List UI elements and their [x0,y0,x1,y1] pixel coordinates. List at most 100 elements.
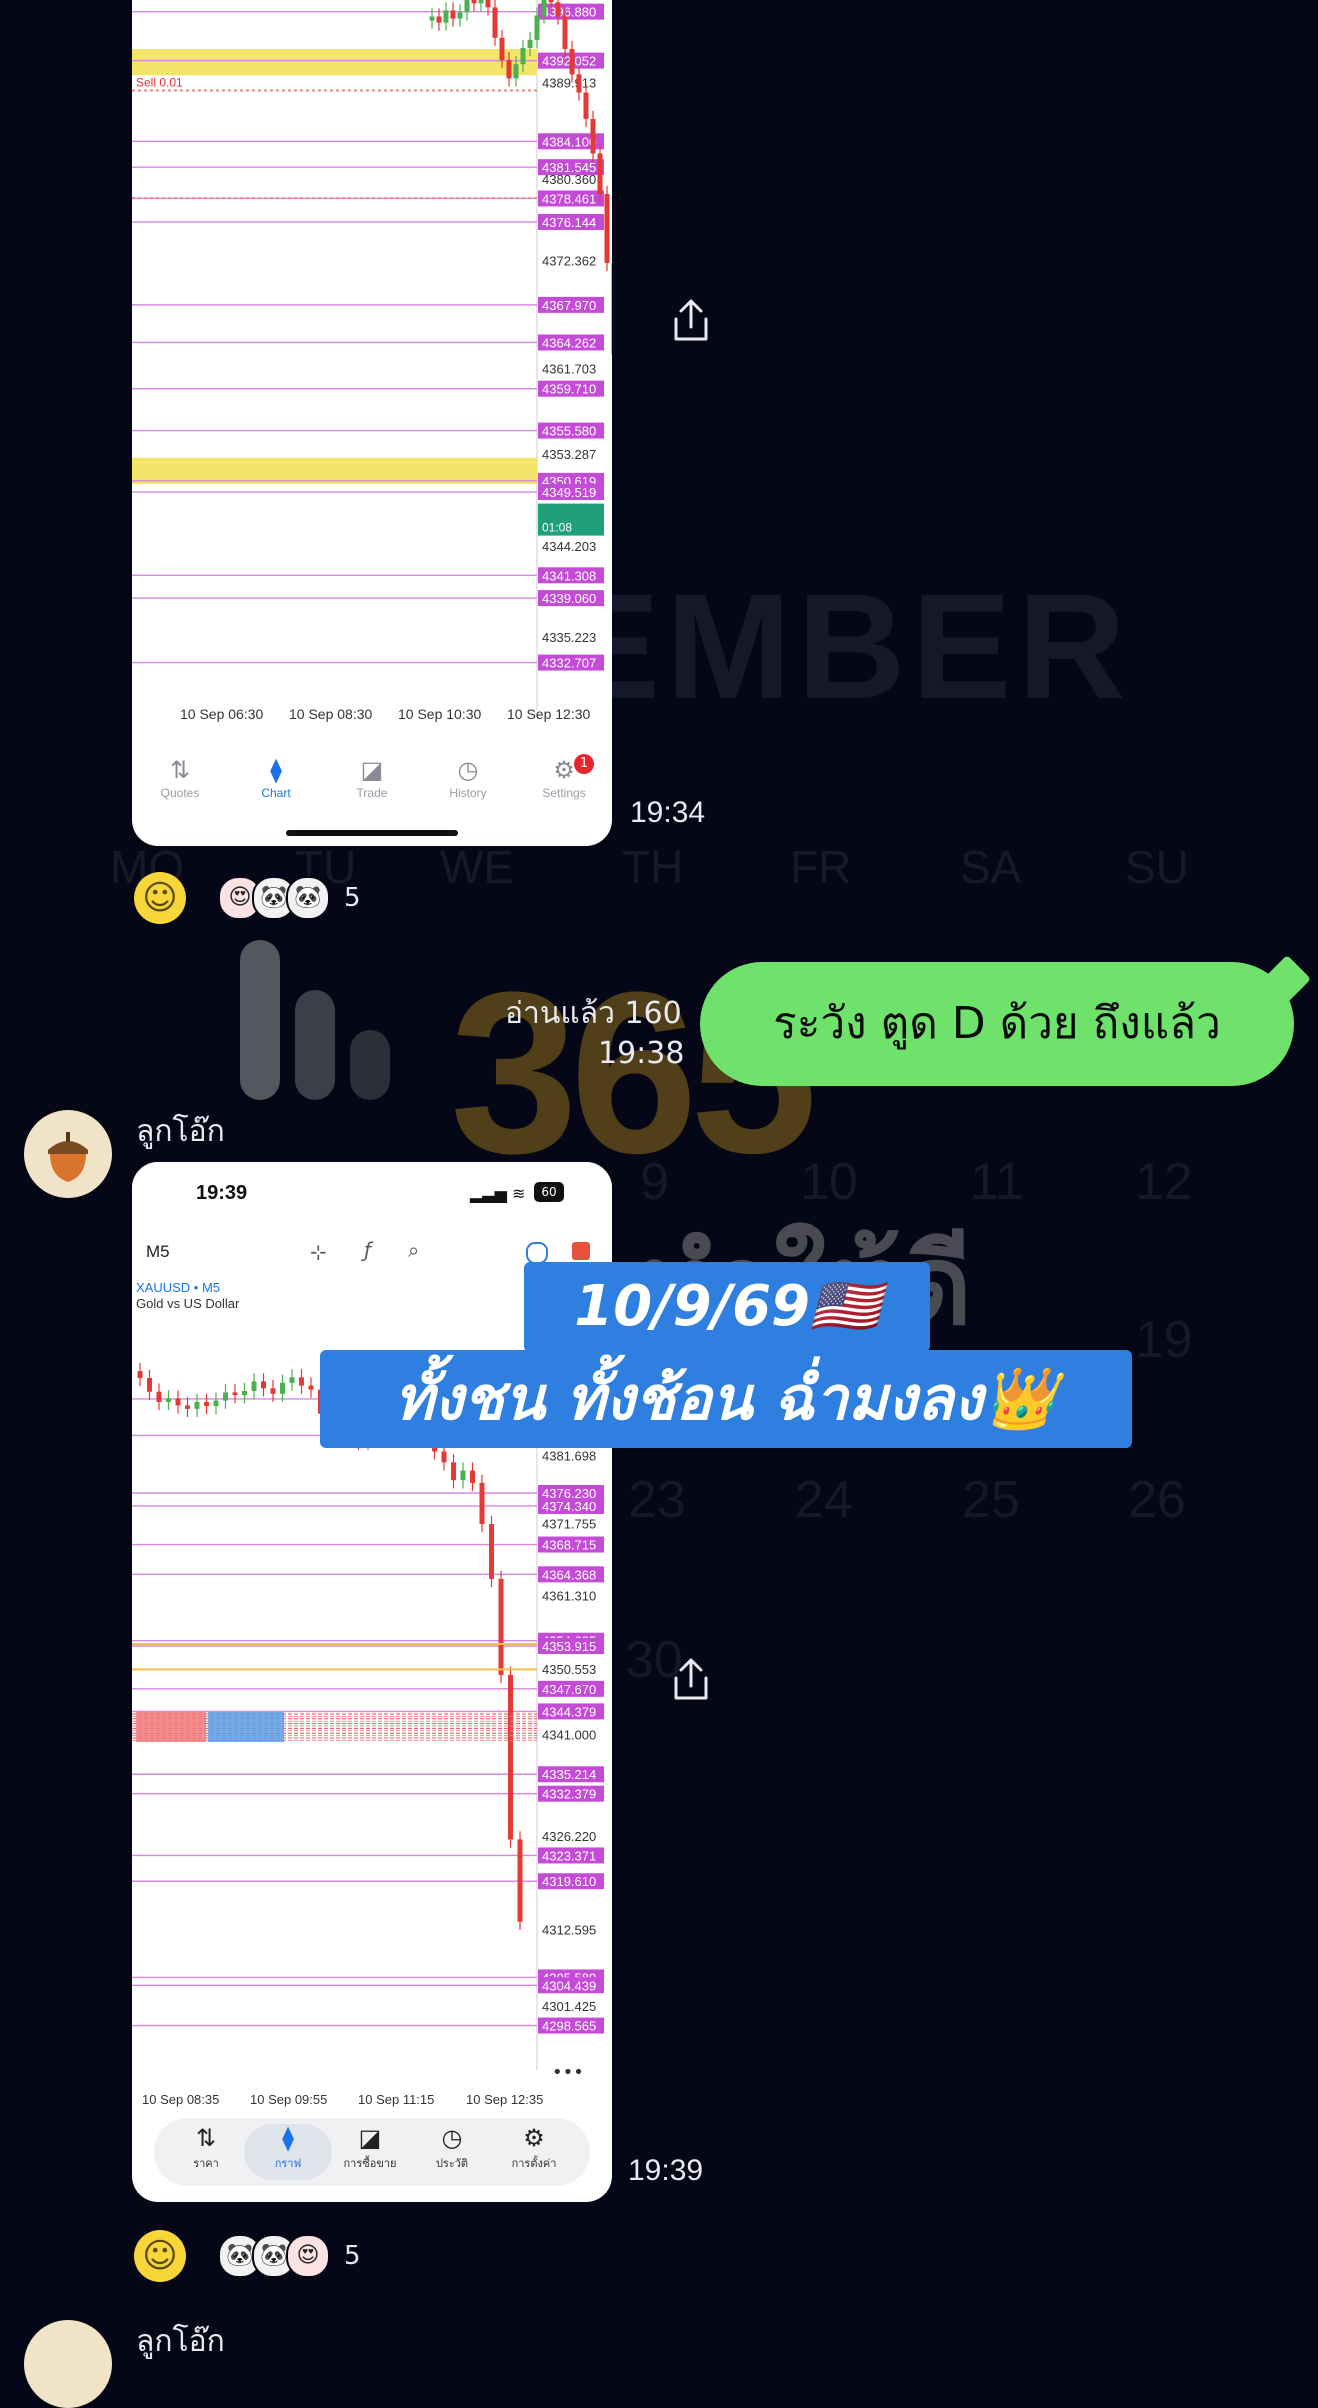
message-time: 19:34 [630,796,706,829]
clock-icon[interactable] [526,1242,548,1264]
candle-body [470,1470,475,1483]
heart-eyes-emoji-icon: 😍 [286,2234,330,2278]
timeframe-label[interactable]: M5 [146,1242,170,1262]
price-label: 4367.970 [542,298,596,313]
chart-screenshot-1[interactable]: 4396.880 4392.052 4389.913 4384.100 4381.545… [132,0,612,846]
price-label: 4341.308 [542,568,596,583]
candle-body [597,153,603,195]
share-icon[interactable] [664,1652,718,1706]
watermark-number: 24 [795,1471,853,1529]
objects-icon[interactable]: ⌕ [408,1238,419,1262]
tab-quotes[interactable]: ⇅ ราคา [166,2124,246,2172]
more-icon[interactable]: ••• [552,2062,584,2083]
candle-body [137,1371,143,1378]
price-label: 4361.703 [542,361,596,376]
zone-highlight [132,457,537,485]
price-label: 4355.580 [542,424,596,439]
candle-body [251,1381,257,1392]
price-label: 4335.214 [542,1767,596,1782]
price-label: 4304.439 [542,1978,596,1993]
candle-body [213,1400,219,1407]
function-icon[interactable]: ƒ [364,1238,371,1262]
reaction-row-2[interactable]: ☺ 🐼 🐼 😍 5 [134,2230,361,2282]
reaction-count: 5 [344,883,361,913]
candle-body [569,48,575,75]
watermark-weekday: FR [790,841,852,893]
candle-body [443,10,449,23]
candle-body [232,1392,238,1396]
candle-body [576,74,582,93]
price-label: 4378.461 [542,191,596,206]
tab-label: Trade [356,786,388,800]
tab-bar-2: ⇅ ราคา ⧫ กราฟ ◪ การซื้อขาย ◷ ประวัติ ⚙ ก… [154,2118,590,2186]
price-label: 4323.371 [542,1848,596,1863]
watermark-weekday: WE [440,841,515,893]
candle-body [583,92,589,119]
candle-body [436,16,442,23]
candle-body [451,1462,456,1481]
battery-icon: 60 [534,1182,564,1202]
price-label: 4347.670 [542,1682,596,1697]
price-label: 4389.913 [542,75,596,90]
candle-body [492,7,498,38]
trade-panel-icon[interactable] [572,1242,590,1260]
x-axis-label: 10 Sep 10:30 [398,706,482,722]
candle-body [541,0,547,16]
add-reaction-icon[interactable]: ☺ [134,2230,186,2282]
x-axis-label: 10 Sep 08:35 [142,2092,220,2107]
price-chart-1: 4396.8804392.0524389.9134384.1004381.545… [132,0,612,710]
x-axis-label: 10 Sep 12:30 [507,706,591,722]
price-label: 4359.710 [542,382,596,397]
quotes-icon: ⇅ [169,757,191,784]
tab-history[interactable]: ◷ ประวัติ [412,2124,492,2172]
share-icon[interactable] [664,293,718,347]
price-label: 4312.595 [542,1922,596,1937]
add-reaction-icon[interactable]: ☺ [134,872,186,924]
price-label: 4364.368 [542,1567,596,1582]
current-time-tag: 01:08 [542,521,572,535]
watermark-number: 19 [1135,1311,1193,1369]
tab-trade[interactable]: ◪ Trade [332,756,412,800]
x-axis-label: 10 Sep 06:30 [180,706,264,722]
avatar[interactable] [24,2320,112,2408]
acorn-icon [48,1132,88,1182]
watermark-weekday: SU [1125,841,1189,893]
x-axis-label: 10 Sep 09:55 [250,2092,328,2107]
tab-quotes[interactable]: ⇅ Quotes [140,756,220,800]
crosshair-icon[interactable]: ⊹ [310,1240,327,1264]
read-receipt: อ่านแล้ว 160 [505,996,682,1031]
candle-body [270,1388,276,1394]
tab-label: กราฟ [274,2158,302,2170]
candle-body [194,1402,200,1409]
candle-body [590,118,596,154]
watermark-number: 12 [1135,1153,1193,1211]
chart-icon: ⧫ [282,2125,294,2152]
date-banner: 10/9/69🇺🇸 [524,1262,930,1352]
candle-body [450,10,456,19]
avatar[interactable] [24,1110,112,1198]
reaction-row-1[interactable]: ☺ 😍 🐼 🐼 5 [134,872,361,924]
candle-body [156,1391,162,1402]
price-label: 4301.425 [542,1999,596,2014]
tab-settings[interactable]: ⚙ การตั้งค่า [494,2124,574,2172]
tab-label: การตั้งค่า [511,2158,557,2170]
tab-trade[interactable]: ◪ การซื้อขาย [330,2124,410,2172]
candle-body [520,47,526,65]
watermark-number: 23 [628,1471,686,1529]
tab-history[interactable]: ◷ History [428,756,508,800]
zone-highlight [132,48,537,76]
candle-body [223,1392,228,1401]
price-label: 4326.220 [542,1829,596,1844]
trade-icon: ◪ [358,2125,382,2152]
candle-body [478,0,484,4]
candle-body [555,2,561,17]
tab-chart[interactable]: ⧫ กราฟ [248,2124,328,2172]
candle-body [485,0,491,8]
candle-body [489,1524,494,1579]
outgoing-message-bubble[interactable]: ระวัง ตูด D ด้วย ถึงแล้ว [700,962,1294,1086]
tab-chart[interactable]: ⧫ Chart [236,756,316,800]
settings-icon: ⚙ [523,2125,545,2152]
candle-body [562,16,568,49]
price-label: 4353.287 [542,447,596,462]
candle-body [471,0,477,4]
